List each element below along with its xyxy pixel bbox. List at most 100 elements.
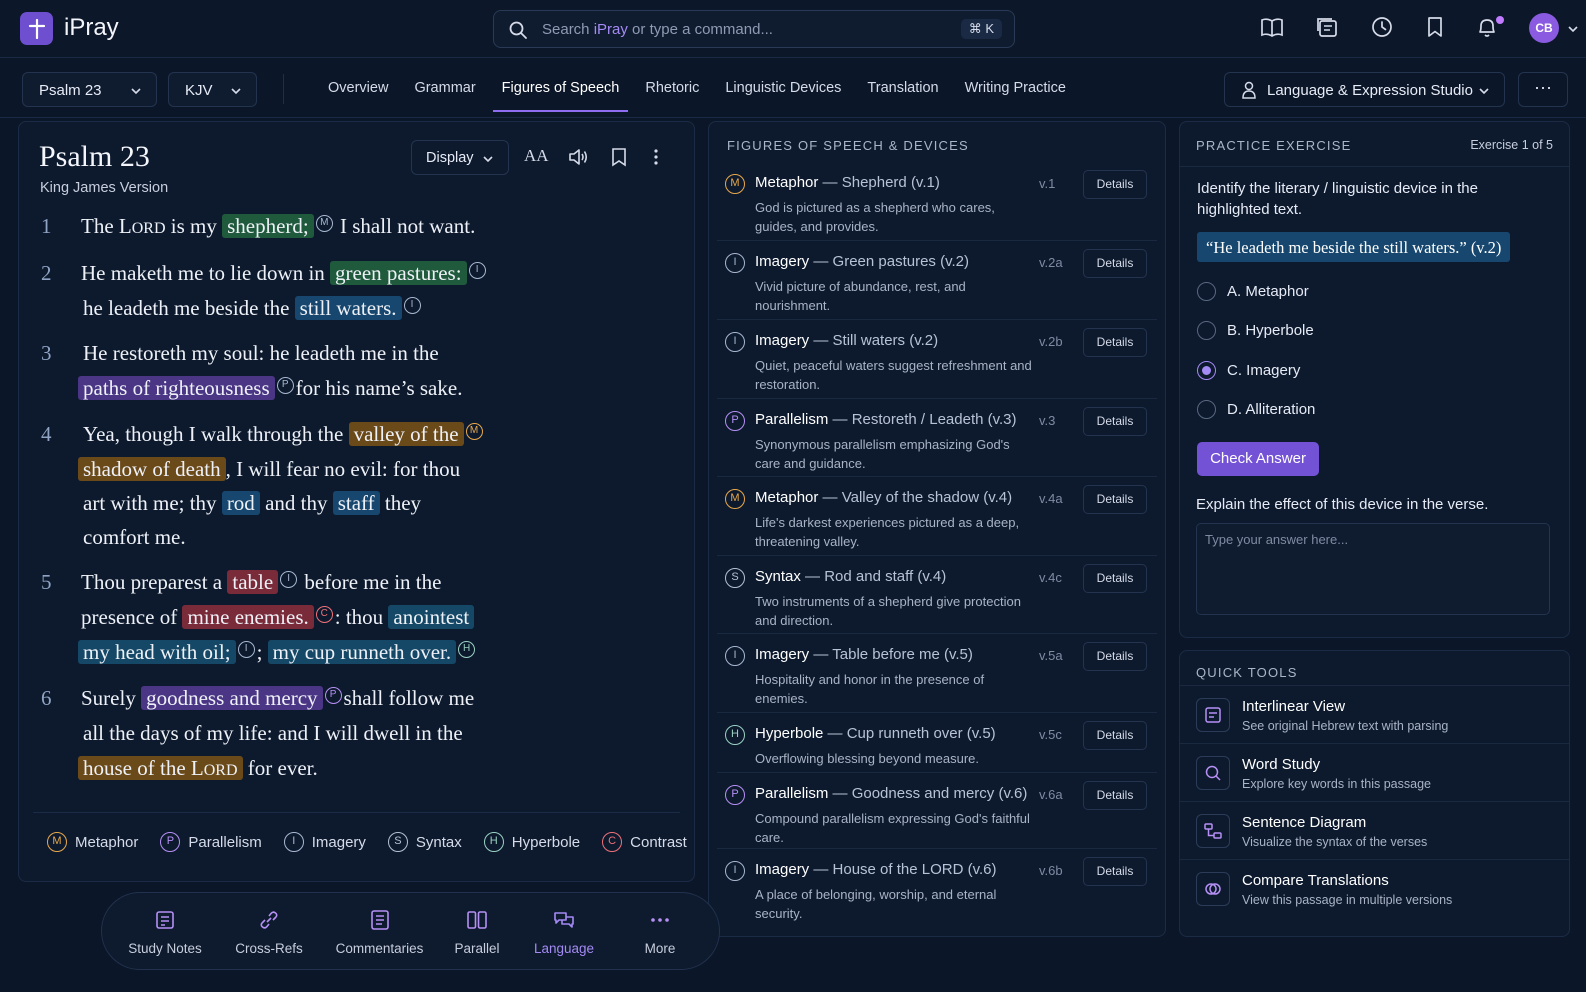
highlight-anointest[interactable]: anointest [388, 605, 475, 629]
details-button[interactable]: Details [1083, 328, 1147, 357]
figure-verse: v.2a [1039, 255, 1063, 270]
highlight-shepherd[interactable]: shepherd; [222, 214, 314, 238]
passage-select[interactable]: Psalm 23 [22, 72, 157, 107]
details-button[interactable]: Details [1083, 721, 1147, 750]
figure-item[interactable]: I Imagery — House of the LORD (v.6) A plac… [717, 849, 1157, 921]
legend-item-contrast[interactable]: C Contrast [600, 832, 687, 852]
display-button[interactable]: Display [411, 140, 509, 175]
highlight-head-with-oil[interactable]: my head with oil; [78, 640, 236, 664]
radio-button[interactable] [1197, 282, 1216, 301]
legend-item-hyperbole[interactable]: H Hyperbole [482, 832, 580, 852]
option-c[interactable]: C. Imagery [1197, 361, 1300, 380]
highlight-shadow-of-death[interactable]: shadow of death [78, 457, 226, 481]
figure-item[interactable]: I Imagery — Green pastures (v.2) Vivid pic… [717, 241, 1157, 320]
tab-linguistic-devices[interactable]: Linguistic Devices [716, 58, 850, 118]
details-button[interactable]: Details [1083, 249, 1147, 278]
metaphor-marker[interactable]: M [315, 215, 333, 232]
highlight-goodness-and-mercy[interactable]: goodness and mercy [141, 686, 323, 710]
highlight-rod[interactable]: rod [221, 491, 260, 515]
option-d[interactable]: D. Alliteration [1197, 400, 1315, 419]
tab-rhetoric[interactable]: Rhetoric [636, 58, 708, 118]
tab-grammar[interactable]: Grammar [405, 58, 484, 118]
radio-button[interactable] [1197, 400, 1216, 419]
parallelism-marker[interactable]: P [276, 377, 294, 394]
details-button[interactable]: Details [1083, 564, 1147, 593]
figure-item[interactable]: I Imagery — Still waters (v.2) Quiet, peac… [717, 320, 1157, 399]
figure-item[interactable]: M Metaphor — Valley of the shadow (v.4) Li… [717, 477, 1157, 556]
dock-language[interactable]: Language [534, 907, 594, 956]
details-button[interactable]: Details [1083, 642, 1147, 671]
tool-compare-translations[interactable]: Compare Translations View this passage i… [1180, 859, 1569, 918]
imagery-marker[interactable]: I [468, 262, 486, 279]
library-icon[interactable] [1314, 14, 1340, 40]
highlight-table[interactable]: table [227, 570, 279, 594]
version-select[interactable]: KJV [168, 72, 257, 107]
dock-study-notes[interactable]: Study Notes [126, 907, 204, 956]
tab-overview[interactable]: Overview [319, 58, 397, 118]
app-logo[interactable] [20, 12, 53, 45]
verse-number: 3 [41, 341, 52, 365]
highlight-green-pastures[interactable]: green pastures: [330, 261, 467, 285]
tab-writing-practice[interactable]: Writing Practice [956, 58, 1075, 118]
dock-parallel[interactable]: Parallel [452, 907, 502, 956]
bookmark-icon[interactable] [611, 147, 627, 167]
more-options-button[interactable]: ··· [1518, 72, 1568, 107]
tool-sentence-diagram[interactable]: Sentence Diagram Visualize the syntax of… [1180, 801, 1569, 860]
details-button[interactable]: Details [1083, 485, 1147, 514]
imagery-marker[interactable]: I [403, 297, 421, 314]
details-button[interactable]: Details [1083, 407, 1147, 436]
history-icon[interactable] [1369, 14, 1395, 40]
parallelism-marker[interactable]: P [324, 687, 342, 704]
book-icon[interactable] [1259, 14, 1285, 40]
option-b[interactable]: B. Hyperbole [1197, 321, 1314, 340]
check-answer-button[interactable]: Check Answer [1197, 442, 1319, 476]
hyperbole-marker[interactable]: H [458, 641, 476, 658]
highlight-still-waters[interactable]: still waters. [294, 296, 402, 320]
tab-figures-of-speech[interactable]: Figures of Speech [492, 58, 629, 118]
answer-textarea[interactable]: Type your answer here... [1196, 523, 1550, 615]
figure-item[interactable]: M Metaphor — Shepherd (v.1) God is picture… [717, 162, 1157, 241]
figure-verse: v.6b [1039, 863, 1063, 878]
highlight-staff[interactable]: staff [332, 491, 380, 515]
highlight-cup-runneth-over[interactable]: my cup runneth over. [267, 640, 457, 664]
figure-item[interactable]: I Imagery — Table before me (v.5) Hospital… [717, 634, 1157, 713]
figure-item[interactable]: P Parallelism — Restoreth / Leadeth (v.3)… [717, 399, 1157, 477]
legend-label: Syntax [415, 833, 462, 851]
legend-item-syntax[interactable]: S Syntax [386, 832, 462, 852]
search-input[interactable]: Search iPray or type a command... ⌘ K [493, 10, 1015, 48]
figure-description: Quiet, peaceful waters suggest refreshme… [755, 358, 1032, 392]
legend-item-parallelism[interactable]: P Parallelism [158, 832, 262, 852]
bookmark-icon[interactable] [1422, 14, 1448, 40]
figure-item[interactable]: P Parallelism — Goodness and mercy (v.6) C… [717, 773, 1157, 849]
chevron-down-icon[interactable] [1567, 24, 1579, 34]
highlight-mine-enemies[interactable]: mine enemies. [182, 605, 314, 629]
imagery-marker[interactable]: I [237, 641, 255, 658]
metaphor-marker[interactable]: M [465, 423, 483, 440]
dock-more[interactable]: More [635, 907, 685, 956]
figure-item[interactable]: S Syntax — Rod and staff (v.4) Two instrum… [717, 556, 1157, 634]
details-button[interactable]: Details [1083, 170, 1147, 199]
tool-interlinear-view[interactable]: Interlinear View See original Hebrew tex… [1180, 685, 1569, 744]
highlight-valley[interactable]: valley of the [348, 422, 464, 446]
legend-item-imagery[interactable]: I Imagery [282, 832, 366, 852]
avatar[interactable]: CB [1529, 13, 1559, 43]
dock-cross-refs[interactable]: Cross-Refs [232, 907, 306, 956]
details-button[interactable]: Details [1083, 781, 1147, 810]
radio-button-selected[interactable] [1197, 361, 1216, 380]
highlight-paths-of-righteousness[interactable]: paths of righteousness [78, 376, 275, 400]
audio-icon[interactable] [567, 147, 589, 167]
legend-item-metaphor[interactable]: M Metaphor [45, 832, 138, 852]
highlight-house-of-the-lord[interactable]: house of the LORD [78, 756, 243, 780]
figure-item[interactable]: H Hyperbole — Cup runneth over (v.5) Overf… [717, 713, 1157, 773]
dock-commentaries[interactable]: Commentaries [332, 907, 427, 956]
studio-select[interactable]: Language & Expression Studio [1224, 72, 1505, 107]
contrast-marker[interactable]: C [315, 606, 333, 623]
tool-word-study[interactable]: Word Study Explore key words in this pas… [1180, 743, 1569, 802]
details-button[interactable]: Details [1083, 857, 1147, 886]
tab-translation[interactable]: Translation [858, 58, 947, 118]
option-a[interactable]: A. Metaphor [1197, 282, 1309, 301]
imagery-marker[interactable]: I [280, 571, 298, 588]
text-size-button[interactable]: AA [524, 146, 549, 166]
radio-button[interactable] [1197, 321, 1216, 340]
kebab-menu-icon[interactable] [653, 148, 659, 166]
